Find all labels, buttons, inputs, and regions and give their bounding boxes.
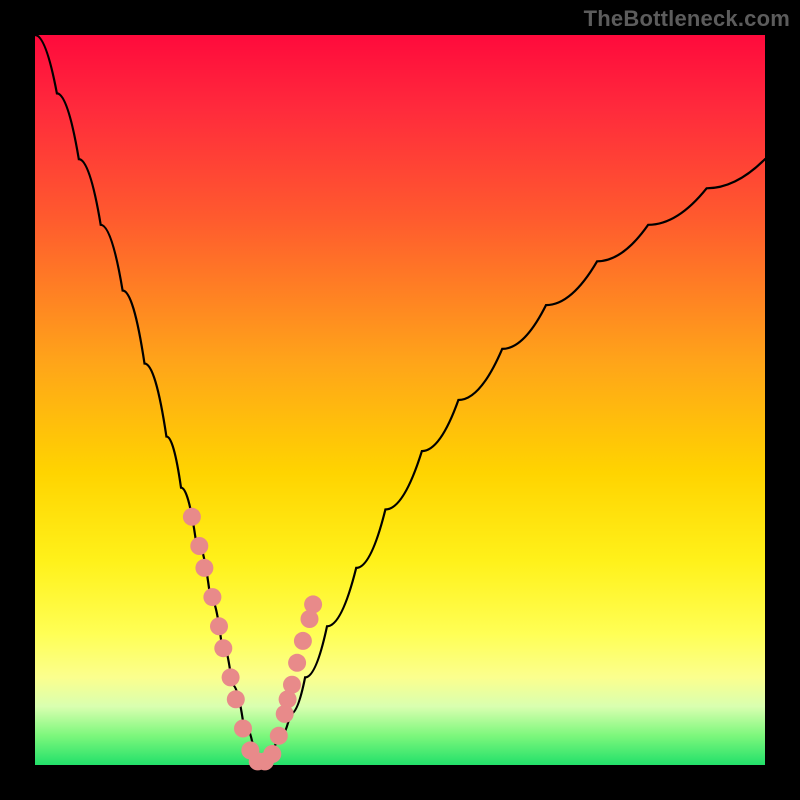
curve-right-branch [261, 159, 765, 765]
marker-group [183, 508, 322, 771]
marker-dot [283, 676, 301, 694]
marker-dot [222, 668, 240, 686]
marker-dot [210, 617, 228, 635]
plot-area [35, 35, 765, 765]
marker-dot [227, 690, 245, 708]
watermark-text: TheBottleneck.com [584, 6, 790, 32]
marker-dot [234, 720, 252, 738]
marker-dot [190, 537, 208, 555]
marker-dot [263, 745, 281, 763]
chart-stage: TheBottleneck.com [0, 0, 800, 800]
marker-dot [288, 654, 306, 672]
marker-dot [183, 508, 201, 526]
marker-dot [270, 727, 288, 745]
marker-dot [214, 639, 232, 657]
marker-dot [294, 632, 312, 650]
marker-dot [195, 559, 213, 577]
marker-dot [304, 595, 322, 613]
chart-svg [35, 35, 765, 765]
marker-dot [203, 588, 221, 606]
